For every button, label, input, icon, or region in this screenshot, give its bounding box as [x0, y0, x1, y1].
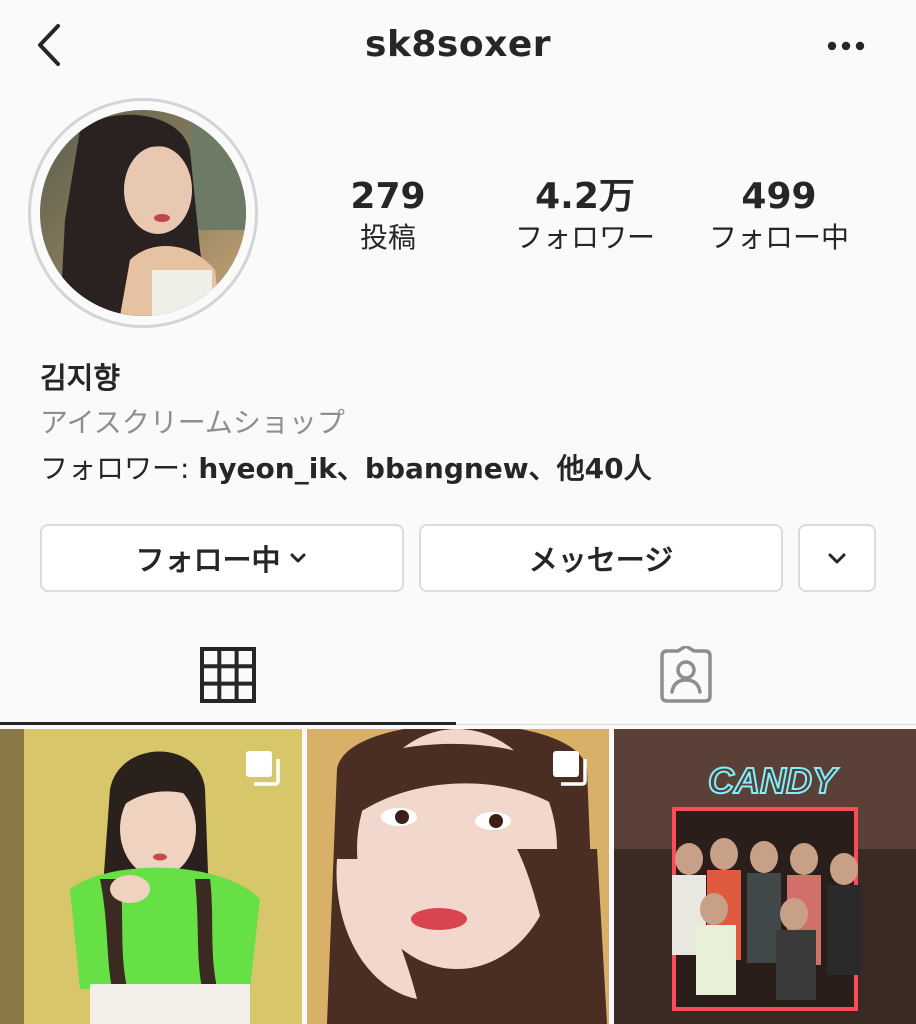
followed-by-users: hyeon_ik、bbangnew、: [198, 452, 557, 485]
candy-neon-sign: CANDY: [708, 760, 839, 801]
stat-following[interactable]: 499 フォロー中: [694, 176, 864, 256]
followed-by-others: 他40人: [556, 452, 652, 485]
multiple-photos-icon: [553, 751, 587, 786]
post-thumbnail-2[interactable]: [307, 729, 609, 1024]
posts-label: 投稿: [359, 221, 416, 254]
suggested-accounts-button[interactable]: [798, 524, 876, 592]
stat-followers[interactable]: 4.2万 フォロワー: [497, 176, 673, 256]
avatar[interactable]: [40, 110, 246, 316]
followed-by-text[interactable]: フォロワー: hyeon_ik、bbangnew、他40人: [40, 448, 652, 490]
multiple-photos-icon: [246, 751, 280, 786]
following-button-label: フォロー中: [135, 543, 281, 577]
post-thumbnail-3[interactable]: CANDY: [614, 729, 916, 1024]
profile-username: sk8soxer: [365, 24, 551, 65]
tagged-person-icon: [660, 646, 712, 703]
posts-count: 279: [350, 176, 426, 217]
tab-divider: [456, 724, 916, 725]
profile-name: 김지향: [40, 361, 121, 395]
grid-icon: [200, 647, 256, 703]
active-tab-indicator: [0, 722, 456, 725]
followers-label: フォロワー: [514, 221, 655, 254]
following-count: 499: [741, 176, 817, 217]
stat-posts[interactable]: 279 投稿: [320, 176, 456, 256]
tab-grid[interactable]: [0, 626, 456, 724]
more-options-icon[interactable]: [820, 24, 872, 68]
followed-by-prefix: フォロワー:: [40, 452, 199, 485]
following-label: フォロー中: [708, 221, 849, 254]
following-button[interactable]: フォロー中: [40, 524, 404, 592]
post-thumbnail-1[interactable]: [0, 729, 302, 1024]
message-button[interactable]: メッセージ: [419, 524, 783, 592]
tab-tagged[interactable]: [456, 626, 916, 724]
followers-count: 4.2万: [535, 176, 635, 217]
chevron-down-icon: [828, 553, 846, 564]
message-button-label: メッセージ: [528, 543, 674, 577]
chevron-down-icon: [290, 553, 305, 563]
profile-category: アイスクリームショップ: [40, 406, 345, 439]
